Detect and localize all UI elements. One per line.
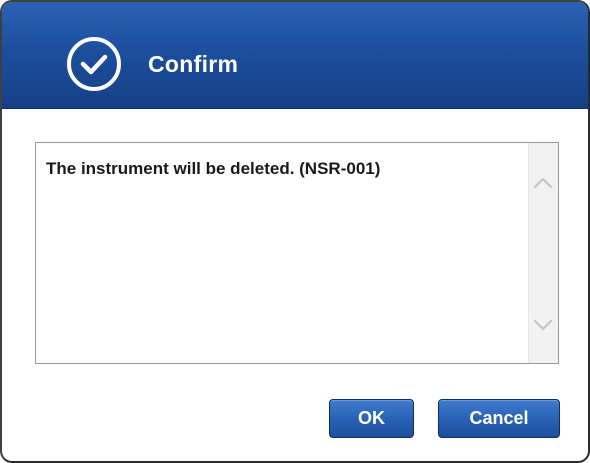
confirm-dialog: Confirm The instrument will be deleted. … bbox=[0, 0, 590, 463]
cancel-button[interactable]: Cancel bbox=[438, 399, 560, 438]
message-area[interactable]: The instrument will be deleted. (NSR-001… bbox=[35, 142, 559, 364]
chevron-up-icon[interactable] bbox=[532, 173, 554, 193]
dialog-title: Confirm bbox=[148, 51, 239, 77]
chevron-down-icon[interactable] bbox=[532, 315, 554, 335]
ok-button[interactable]: OK bbox=[329, 399, 414, 438]
message-text: The instrument will be deleted. (NSR-001… bbox=[46, 159, 381, 178]
check-circle-icon bbox=[66, 36, 122, 92]
vertical-scrollbar[interactable] bbox=[528, 143, 558, 363]
dialog-title-bar: Confirm bbox=[2, 2, 588, 109]
